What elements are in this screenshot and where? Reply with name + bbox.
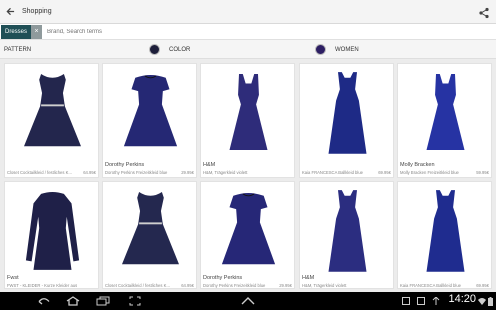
filter-pattern-label: PATTERN <box>4 46 32 53</box>
product-brand: H&M <box>203 162 216 168</box>
gender-swatch-icon <box>315 44 326 55</box>
product-name: Dorothy Perkins Freizeitkleid blue <box>203 283 266 288</box>
product-card[interactable]: Molly Bracken Molly Bracken Freizeitkleid… <box>397 63 492 178</box>
product-card[interactable]: Closet Cocktailkleid / festliches K... 64… <box>4 63 99 178</box>
product-name: Closet Cocktailkleid / festliches K... <box>105 283 170 288</box>
product-price: 29.95€ <box>181 170 194 175</box>
category-chip-label: Dresses <box>1 24 32 39</box>
chevron-up-icon[interactable] <box>238 292 258 310</box>
product-image[interactable] <box>103 64 198 160</box>
filter-gender-label: WOMEN <box>335 46 359 53</box>
filter-bar: PATTERN COLOR WOMEN <box>0 40 496 59</box>
product-brand: Dorothy Perkins <box>105 162 145 168</box>
filter-color[interactable]: COLOR <box>149 40 190 59</box>
filter-pattern[interactable]: PATTERN <box>4 40 31 59</box>
product-image[interactable] <box>398 64 492 160</box>
product-image[interactable] <box>300 64 395 160</box>
product-price: 64.95€ <box>181 283 194 288</box>
wifi-icon <box>478 292 486 310</box>
product-card[interactable]: Closet Cocktailkleid / festliches K... 64… <box>102 181 197 289</box>
product-image[interactable] <box>103 182 198 278</box>
arrow-back-icon[interactable] <box>0 0 20 24</box>
product-brand: Fwst <box>7 275 19 281</box>
product-name: H&M, Trägerkleid violett <box>203 170 248 175</box>
filter-color-label: COLOR <box>169 46 191 53</box>
usb-icon <box>430 292 442 310</box>
product-price: 59.95€ <box>476 170 489 175</box>
chip-remove-icon[interactable]: × <box>31 24 43 39</box>
product-name: Kaia FRANCESCA Ballkleid blue <box>400 283 461 288</box>
product-card[interactable]: Fwst FWST - KLEIDER - Kurze Kleider aus d… <box>4 181 99 289</box>
search-input[interactable] <box>47 28 348 35</box>
product-name: H&M, Trägerkleid violett <box>302 283 347 288</box>
product-card[interactable]: Dorothy Perkins Dorothy Perkins Freizeitk… <box>200 181 295 289</box>
product-price: 69.95€ <box>476 283 489 288</box>
color-swatch-icon <box>149 44 160 55</box>
system-nav-bar: 14:20 <box>0 292 496 310</box>
product-card[interactable]: Kaia FRANCESCA Ballkleid blue 69.95€ <box>397 181 492 289</box>
product-name: Molly Bracken Freizeitkleid blue <box>400 170 459 175</box>
product-price: 69.95€ <box>378 170 391 175</box>
nav-home-icon[interactable] <box>63 292 83 310</box>
product-grid: Closet Cocktailkleid / festliches K... 64… <box>4 63 492 289</box>
product-card[interactable]: H&M H&M, Trägerkleid violett <box>299 181 394 289</box>
category-chip[interactable]: Dresses × <box>1 24 43 39</box>
product-name: FWST - KLEIDER - Kurze Kleider aus der..… <box>7 283 77 288</box>
battery-icon <box>487 292 494 310</box>
app-title: Shopping <box>22 8 52 15</box>
product-image[interactable] <box>201 64 296 160</box>
product-name: Kaia FRANCESCA Ballkleid blue <box>302 170 363 175</box>
action-bar: Shopping <box>0 0 496 24</box>
product-image[interactable] <box>201 182 296 278</box>
clock-time: 14:20 <box>448 293 476 305</box>
product-image[interactable] <box>5 64 100 160</box>
product-card[interactable]: H&M H&M, Trägerkleid violett <box>200 63 295 178</box>
nav-recent-apps-icon[interactable] <box>93 292 113 310</box>
product-price: 29.95€ <box>279 283 292 288</box>
product-card[interactable]: Kaia FRANCESCA Ballkleid blue 69.95€ <box>299 63 394 178</box>
product-brand: H&M <box>302 275 315 281</box>
product-image[interactable] <box>5 182 100 278</box>
nav-back-icon[interactable] <box>34 292 54 310</box>
screenshot-icon[interactable] <box>125 292 145 310</box>
product-brand: Dorothy Perkins <box>203 275 243 281</box>
search-bar: Dresses × <box>0 24 496 40</box>
product-card[interactable]: Dorothy Perkins Dorothy Perkins Freizeitk… <box>102 63 197 178</box>
product-price: 64.95€ <box>83 170 96 175</box>
product-brand: Molly Bracken <box>400 162 435 168</box>
notification-icon <box>400 292 412 310</box>
product-name: Closet Cocktailkleid / festliches K... <box>7 170 72 175</box>
settings-icon <box>415 292 427 310</box>
product-image[interactable] <box>398 182 492 278</box>
filter-gender[interactable]: WOMEN <box>315 40 359 59</box>
product-image[interactable] <box>300 182 395 278</box>
share-icon[interactable] <box>478 6 490 19</box>
product-name: Dorothy Perkins Freizeitkleid blue <box>105 170 168 175</box>
